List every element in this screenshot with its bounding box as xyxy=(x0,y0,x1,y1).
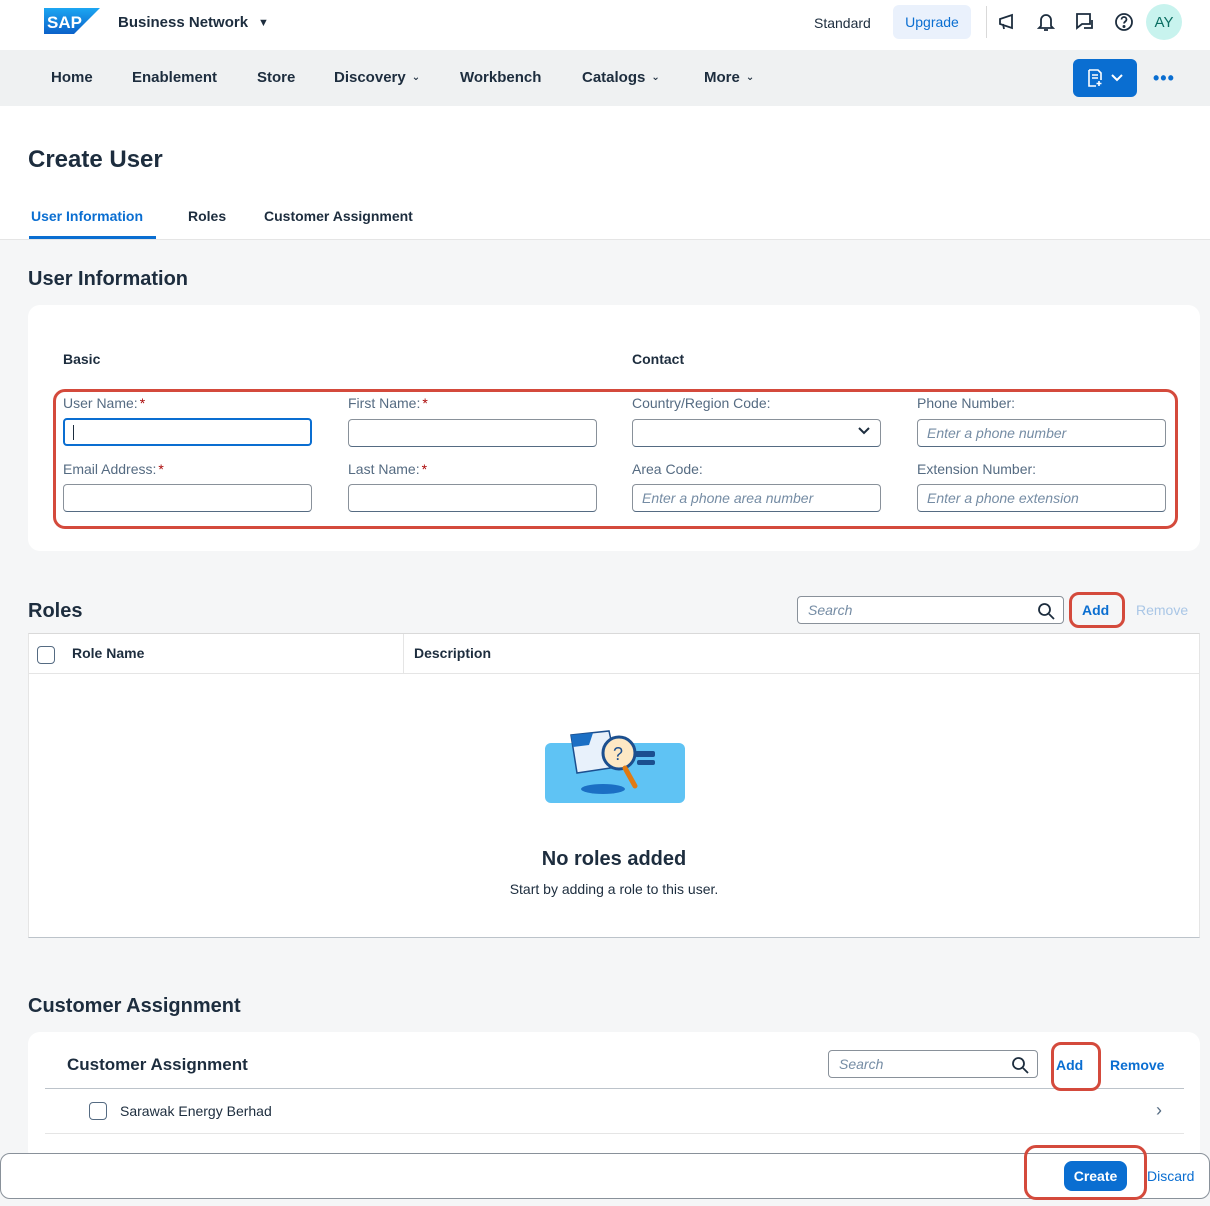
overflow-menu-button[interactable]: ••• xyxy=(1153,68,1175,89)
upgrade-button[interactable]: Upgrade xyxy=(893,5,971,39)
nav-discovery-label: Discovery xyxy=(334,69,406,86)
row-checkbox[interactable] xyxy=(89,1102,107,1120)
svg-text:SAP: SAP xyxy=(47,13,82,32)
select-all-checkbox[interactable] xyxy=(37,646,55,664)
nav-enablement[interactable]: Enablement xyxy=(132,69,217,86)
nav-catalogs[interactable]: Catalogs ⌄ xyxy=(582,69,660,86)
tab-user-information[interactable]: User Information xyxy=(31,208,143,224)
basic-group-title: Basic xyxy=(63,351,101,367)
search-icon[interactable] xyxy=(1011,1056,1029,1074)
chevron-down-icon: ⌄ xyxy=(411,72,421,83)
document-add-icon xyxy=(1088,69,1102,87)
contact-group-title: Contact xyxy=(632,351,685,367)
tab-customer-assignment[interactable]: Customer Assignment xyxy=(264,208,413,224)
search-icon[interactable] xyxy=(1037,602,1055,620)
roles-table-header: Role Name Description xyxy=(28,633,1200,674)
nav-discovery[interactable]: Discovery ⌄ xyxy=(334,69,420,86)
chevron-down-icon: ⌄ xyxy=(651,72,660,83)
nav-home[interactable]: Home xyxy=(51,69,93,86)
svg-text:?: ? xyxy=(613,744,623,764)
nav-more[interactable]: More ⌄ xyxy=(704,69,754,86)
no-data-illustration: ? xyxy=(545,730,685,803)
megaphone-icon[interactable] xyxy=(996,11,1018,33)
user-information-heading: User Information xyxy=(28,268,189,290)
roles-empty-state: ? No roles added Start by adding a role … xyxy=(28,674,1200,938)
nav-store[interactable]: Store xyxy=(257,69,295,86)
customer-add-highlight xyxy=(1051,1042,1101,1091)
nav-catalogs-label: Catalogs xyxy=(582,69,646,86)
description-column[interactable]: Description xyxy=(414,645,491,661)
shell-bar: SAP Business Network ▼ Standard Upgrade … xyxy=(0,0,1210,50)
help-icon[interactable] xyxy=(1113,11,1135,33)
page-header: Create User User Information Roles Custo… xyxy=(0,106,1210,240)
chat-icon[interactable] xyxy=(1074,11,1096,33)
chevron-right-icon[interactable]: › xyxy=(1156,1100,1162,1121)
create-highlight xyxy=(1024,1145,1147,1200)
roles-add-highlight xyxy=(1069,592,1125,628)
customer-assignment-heading: Customer Assignment xyxy=(28,995,241,1017)
customer-search-input[interactable]: Search xyxy=(828,1050,1038,1078)
roles-remove-button[interactable]: Remove xyxy=(1136,602,1188,618)
roles-heading: Roles xyxy=(28,600,83,622)
nav-more-label: More xyxy=(704,69,740,86)
column-divider xyxy=(403,634,404,674)
role-name-column[interactable]: Role Name xyxy=(72,645,144,661)
main-nav: Home Enablement Store Discovery ⌄ Workben… xyxy=(0,50,1210,106)
chevron-down-icon: ⌄ xyxy=(745,72,755,83)
customer-name: Sarawak Energy Berhad xyxy=(120,1103,272,1119)
product-caret-icon[interactable]: ▼ xyxy=(258,17,269,29)
page-title: Create User xyxy=(28,146,163,173)
create-document-menu-button[interactable] xyxy=(1073,59,1137,97)
customer-assignment-card: Customer Assignment Search Add Remove Sa… xyxy=(28,1032,1200,1162)
shell-divider xyxy=(986,6,987,38)
table-row[interactable]: Sarawak Energy Berhad › xyxy=(45,1089,1184,1134)
customer-search-placeholder: Search xyxy=(839,1056,884,1072)
roles-search-placeholder: Search xyxy=(808,602,853,618)
empty-state-subtitle: Start by adding a role to this user. xyxy=(509,881,719,897)
tab-roles[interactable]: Roles xyxy=(188,208,226,224)
chevron-down-icon xyxy=(1111,74,1123,82)
bell-icon[interactable] xyxy=(1035,11,1057,33)
user-avatar[interactable]: AY xyxy=(1146,4,1182,40)
active-tab-indicator xyxy=(29,236,156,239)
nav-workbench[interactable]: Workbench xyxy=(460,69,541,86)
sap-logo[interactable]: SAP xyxy=(44,8,100,34)
customer-remove-button[interactable]: Remove xyxy=(1110,1057,1164,1073)
customer-assignment-card-title: Customer Assignment xyxy=(67,1055,248,1074)
roles-search-input[interactable]: Search xyxy=(797,596,1064,624)
discard-button[interactable]: Discard xyxy=(1147,1168,1194,1184)
product-name[interactable]: Business Network xyxy=(118,14,248,31)
empty-state-title: No roles added xyxy=(541,848,687,870)
standard-label[interactable]: Standard xyxy=(814,15,871,31)
fields-highlight-box xyxy=(53,389,1178,529)
